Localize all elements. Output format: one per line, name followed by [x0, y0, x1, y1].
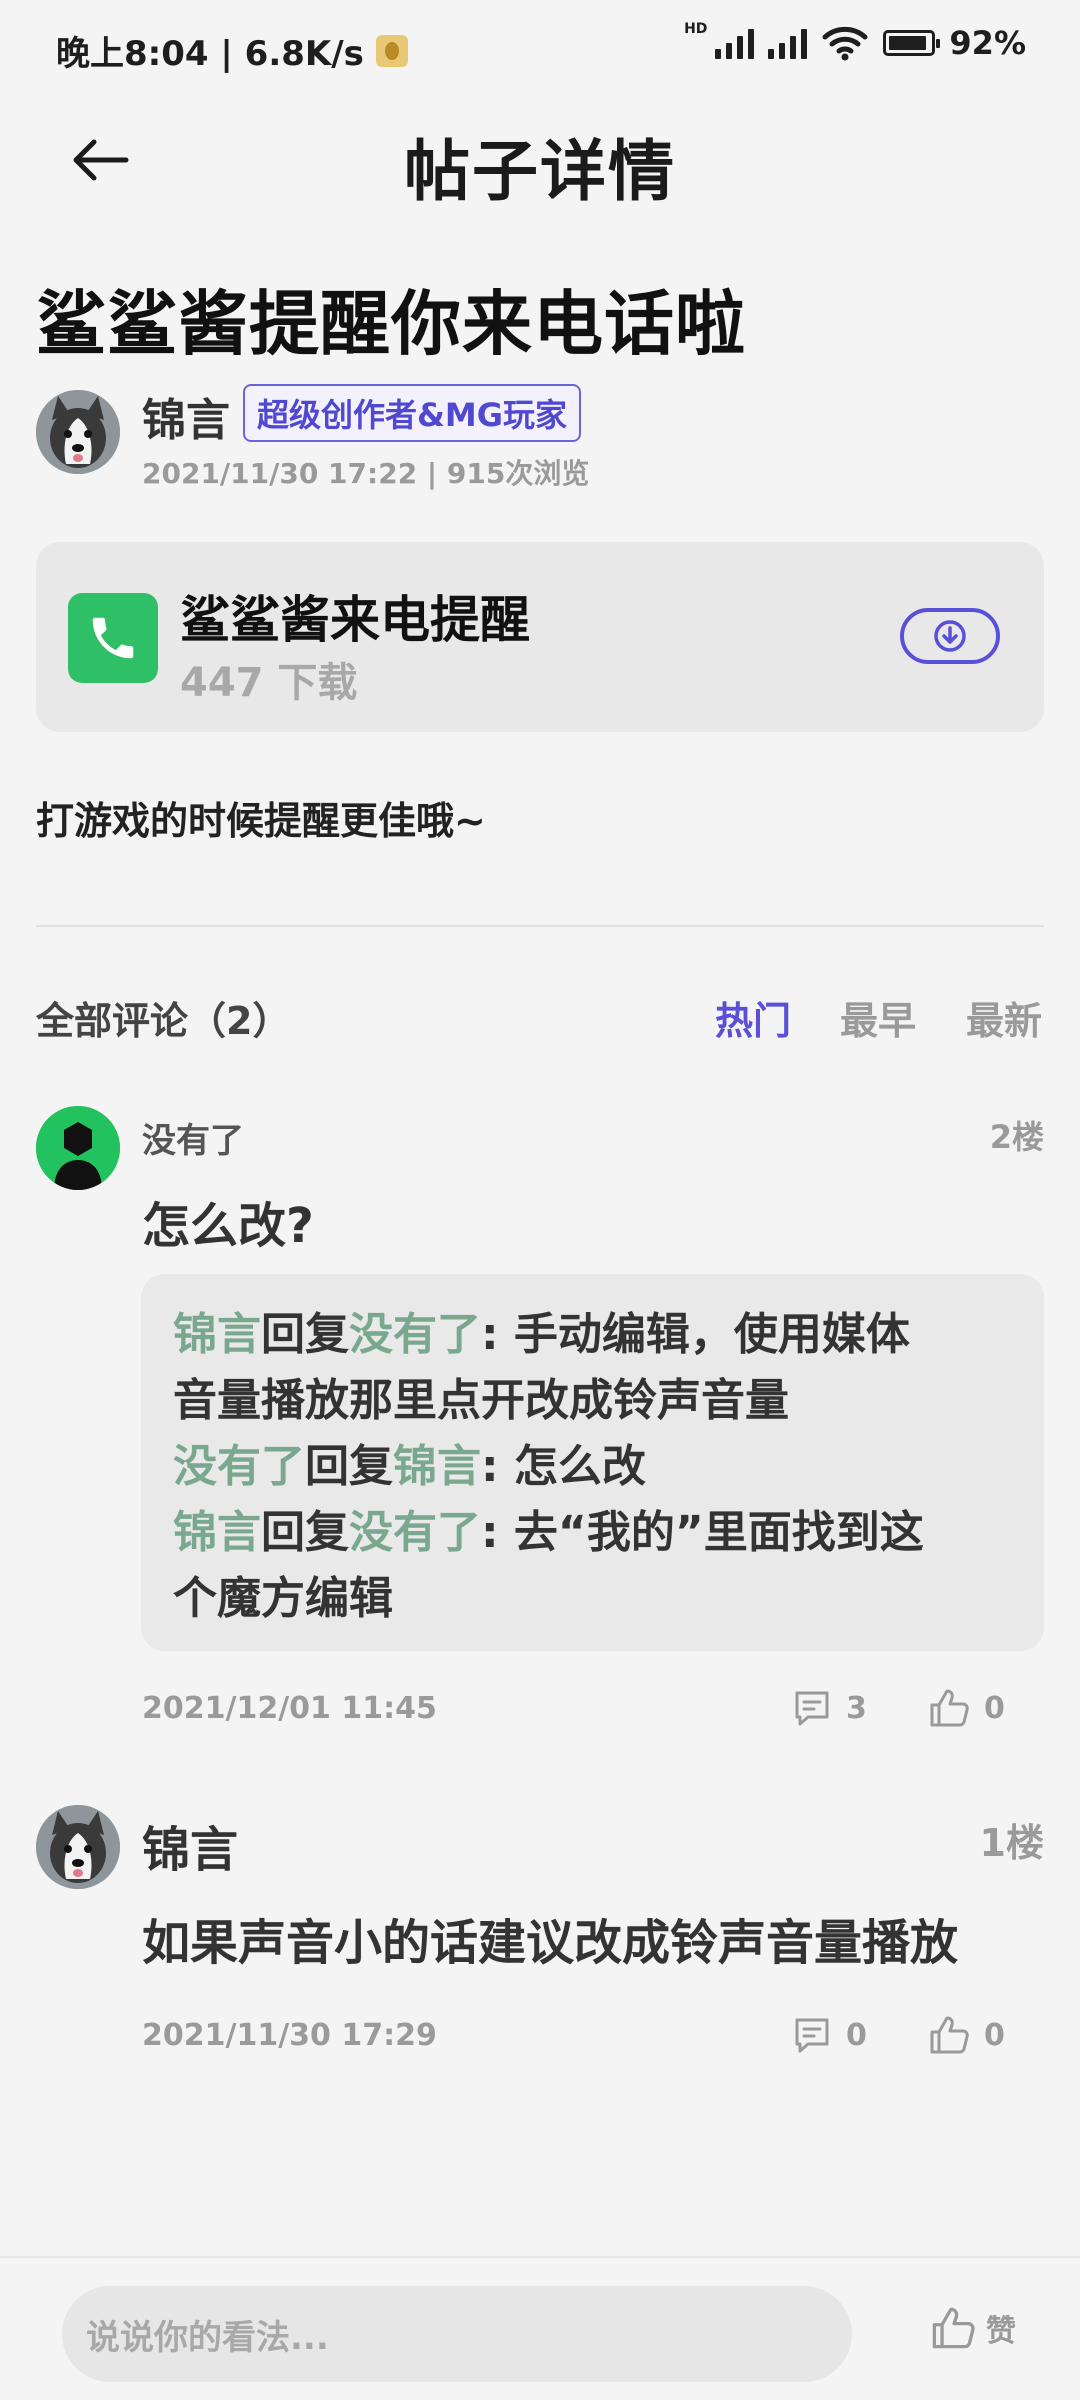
post-title: 鲨鲨酱提醒你来电话啦 [36, 283, 746, 365]
tab-hot[interactable]: 热门 [715, 990, 791, 1045]
reply-thread[interactable]: 锦言回复没有了: 手动编辑，使用媒体 音量播放那里点开改成铃声音量 没有了回复锦… [141, 1274, 1044, 1651]
like-button[interactable]: 0 [928, 2015, 1005, 2055]
commenter-avatar[interactable] [36, 1805, 120, 1889]
user-avatar-icon [36, 1106, 120, 1190]
battery-percent: 92% [949, 24, 1026, 62]
comment-icon [795, 2018, 829, 2053]
app-card[interactable]: 鲨鲨酱来电提醒 447 下载 [36, 542, 1044, 732]
reply-item: 锦言回复没有了: 手动编辑，使用媒体 [173, 1309, 910, 1360]
comment-floor: 2楼 [989, 1118, 1044, 1156]
reply-item-continuation: 个魔方编辑 [173, 1573, 393, 1624]
page-title: 帖子详情 [404, 133, 676, 210]
comment-time: 2021/11/30 17:29 [142, 2018, 437, 2053]
comment-text: 如果声音小的话建议改成铃声音量播放 [142, 1915, 959, 1971]
status-bar-time: 晚上8:04 | 6.8K/s [56, 26, 408, 75]
comment-input[interactable]: 说说你的看法... [62, 2286, 852, 2382]
dog-avatar-icon [36, 1805, 120, 1889]
divider [36, 925, 1044, 927]
app-icon [68, 593, 158, 683]
comment-author[interactable]: 没有了 [142, 1113, 244, 1162]
thumbs-up-icon [930, 1689, 969, 1727]
comment-floor: 1楼 [979, 1821, 1044, 1865]
author-name[interactable]: 锦言 [142, 384, 230, 448]
thumbs-up-icon [932, 2307, 975, 2349]
tab-latest[interactable]: 最新 [966, 990, 1042, 1045]
reply-count-button[interactable]: 0 [792, 2015, 867, 2055]
notification-emoji-icon [375, 34, 408, 67]
battery-icon [883, 30, 941, 56]
download-icon [934, 620, 966, 652]
post-meta: 2021/11/30 17:22 | 915次浏览 [142, 457, 590, 490]
comment-time: 2021/12/01 11:45 [142, 1691, 437, 1726]
status-bar-indicators: HD 92% [684, 21, 1026, 62]
reply-item: 锦言回复没有了: 去“我的”里面找到这 [173, 1507, 924, 1558]
reply-item-continuation: 音量播放那里点开改成铃声音量 [173, 1375, 789, 1426]
comment-author[interactable]: 锦言 [142, 1810, 238, 1880]
author-avatar[interactable] [36, 390, 120, 474]
cellular-signal-2-icon [768, 27, 808, 59]
thumbs-up-icon [930, 2016, 969, 2054]
comment-icon [795, 1691, 829, 1726]
tab-earliest[interactable]: 最早 [840, 990, 916, 1045]
app-downloads: 447 下载 [180, 660, 358, 706]
bottom-divider [0, 2256, 1080, 2258]
phone-icon [92, 617, 134, 659]
reply-item: 没有了回复锦言: 怎么改 [173, 1441, 646, 1492]
battery-fill [889, 36, 927, 50]
like-post-button[interactable]: 赞 [930, 2306, 1016, 2350]
reply-count-button[interactable]: 3 [792, 1688, 867, 1728]
dog-avatar-icon [36, 390, 120, 474]
download-button[interactable] [900, 608, 1000, 664]
author-badge: 超级创作者&MG玩家 [243, 384, 582, 442]
comment-text: 怎么改? [142, 1198, 314, 1254]
app-name: 鲨鲨酱来电提醒 [180, 591, 530, 649]
hd-label: HD [684, 21, 708, 37]
commenter-avatar[interactable] [36, 1106, 120, 1190]
cellular-signal-icon [715, 27, 755, 59]
post-body: 打游戏的时候提醒更佳哦~ [36, 799, 486, 843]
comments-count-header: 全部评论（2） [36, 999, 291, 1043]
wifi-icon [822, 26, 868, 61]
like-button[interactable]: 0 [928, 1688, 1005, 1728]
